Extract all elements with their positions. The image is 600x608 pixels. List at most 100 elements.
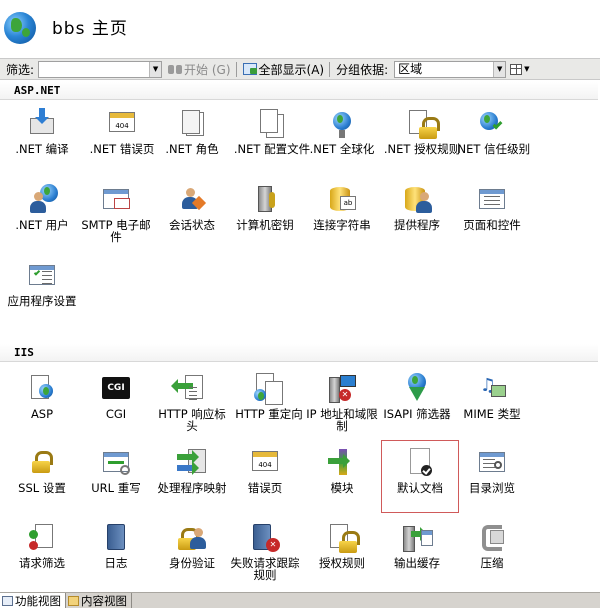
net-profile-icon — [256, 108, 288, 140]
feature-label: 模块 — [330, 481, 354, 495]
feature-pages-and-controls[interactable]: 页面和控件 — [453, 184, 531, 231]
feature-label: 授权规则 — [319, 556, 365, 570]
feature-label: 输出缓存 — [394, 556, 440, 570]
feature-label: HTTP 响应标头 — [158, 407, 226, 433]
net-globalization-icon — [326, 108, 358, 140]
feature-connection-strings[interactable]: ab 连接字符串 — [303, 184, 381, 231]
start-button[interactable]: 开始 (G) — [168, 61, 231, 78]
feature-label: ISAPI 筛选器 — [383, 407, 451, 421]
filter-toolbar: 筛选: ▼ 开始 (G) 全部显示(A) 分组依据: 区域 ▼ ▼ — [0, 58, 600, 80]
feature-request-filtering[interactable]: 请求筛选 — [3, 522, 81, 569]
view-dropdown-arrow-icon: ▼ — [524, 65, 530, 73]
feature-label: 默认文档 — [397, 481, 443, 495]
feature-label: CGI — [105, 407, 127, 421]
features-view-icon — [2, 595, 13, 606]
feature-authorization-rules[interactable]: 授权规则 — [303, 522, 381, 569]
handler-mappings-icon — [176, 447, 208, 479]
feature-label: 会话状态 — [169, 218, 215, 232]
feature-label: .NET 错误页 — [89, 142, 155, 156]
group-by-select[interactable]: 区域 ▼ — [394, 60, 507, 78]
feature-label: 处理程序映射 — [157, 481, 227, 495]
show-all-button[interactable]: 全部显示(A) — [242, 61, 324, 78]
feature-ip-domain-restrictions[interactable]: ✕ IP 地址和域限制 — [303, 373, 381, 432]
default-document-icon — [404, 447, 436, 479]
binoculars-icon — [168, 63, 183, 75]
feature-net-globalization[interactable]: .NET 全球化 — [303, 108, 381, 155]
feature-net-profile[interactable]: .NET 配置文件 — [233, 108, 311, 155]
tab-label: 功能视图 — [15, 593, 61, 608]
feature-label: .NET 信任级别 — [453, 142, 531, 156]
feature-cgi[interactable]: CGI CGI — [77, 373, 155, 420]
feature-ssl-settings[interactable]: SSL 设置 — [3, 447, 81, 494]
feature-net-users[interactable]: .NET 用户 — [3, 184, 81, 231]
feature-net-roles[interactable]: .NET 角色 — [153, 108, 231, 155]
view-mode-button[interactable]: ▼ — [510, 63, 530, 75]
feature-label: 应用程序设置 — [7, 294, 77, 308]
net-authorization-icon — [406, 108, 440, 140]
feature-label: 目录浏览 — [469, 481, 515, 495]
feature-label: ASP — [30, 407, 54, 421]
output-caching-icon — [401, 522, 433, 554]
feature-error-pages[interactable]: 404 错误页 — [226, 447, 304, 494]
toolbar-separator — [235, 61, 237, 77]
feature-directory-browsing[interactable]: 目录浏览 — [453, 447, 531, 494]
feature-modules[interactable]: 模块 — [303, 447, 381, 494]
feature-label: 身份验证 — [169, 556, 215, 570]
feature-url-rewrite[interactable]: URL 重写 — [77, 447, 155, 494]
feature-session-state[interactable]: 会话状态 — [153, 184, 231, 231]
feature-isapi-filters[interactable]: ISAPI 筛选器 — [378, 373, 456, 420]
feature-label: .NET 全球化 — [309, 142, 375, 156]
feature-net-error-pages[interactable]: 404 .NET 错误页 — [83, 108, 161, 155]
feature-net-trust-levels[interactable]: .NET 信任级别 — [453, 108, 531, 155]
feature-label: 错误页 — [247, 481, 283, 495]
feature-label: SSL 设置 — [18, 481, 66, 495]
feature-output-caching[interactable]: 输出缓存 — [378, 522, 456, 569]
feature-smtp-email[interactable]: SMTP 电子邮件 — [77, 184, 155, 243]
feature-http-response-headers[interactable]: HTTP 响应标头 — [153, 373, 231, 432]
tab-content-view[interactable]: 内容视图 — [66, 593, 132, 608]
providers-icon — [401, 184, 433, 216]
feature-label: SMTP 电子邮件 — [81, 218, 151, 244]
filter-input[interactable]: ▼ — [38, 60, 163, 78]
feature-machine-key[interactable]: 计算机密钥 — [226, 184, 304, 231]
connection-strings-icon: ab — [326, 184, 358, 216]
feature-http-redirect[interactable]: HTTP 重定向 — [230, 373, 308, 420]
feature-mime-types[interactable]: ♫ MIME 类型 — [453, 373, 531, 421]
feature-net-compilation[interactable]: .NET 编译 — [3, 108, 81, 155]
feature-label: .NET 授权规则 — [383, 142, 461, 156]
feature-compression[interactable]: 压缩 — [453, 522, 531, 569]
group-by-dropdown-arrow-icon[interactable]: ▼ — [493, 61, 506, 77]
feature-label: 失败请求跟踪规则 — [230, 556, 300, 582]
feature-label: .NET 角色 — [165, 142, 219, 156]
feature-authentication[interactable]: 身份验证 — [153, 522, 231, 569]
feature-failed-request-tracing[interactable]: ✕ 失败请求跟踪规则 — [226, 522, 304, 581]
machine-key-icon — [249, 184, 281, 216]
section-header-iis[interactable]: IIS — [0, 344, 598, 362]
feature-logging[interactable]: 日志 — [77, 522, 155, 569]
session-state-icon — [176, 184, 208, 216]
feature-app-settings[interactable]: 应用程序设置 — [3, 260, 81, 307]
net-roles-icon — [176, 108, 208, 140]
net-trust-levels-icon — [476, 108, 508, 140]
feature-label: .NET 配置文件 — [233, 142, 311, 156]
feature-default-document[interactable]: 默认文档 — [381, 440, 459, 513]
filter-dropdown-arrow-icon[interactable]: ▼ — [149, 61, 162, 77]
toolbar-separator — [329, 61, 331, 77]
feature-net-authorization-rules[interactable]: .NET 授权规则 — [383, 108, 461, 155]
ssl-settings-icon — [26, 447, 58, 479]
authorization-rules-icon — [326, 522, 360, 554]
tab-features-view[interactable]: 功能视图 — [0, 593, 66, 608]
net-users-icon — [26, 184, 58, 216]
group-by-value: 区域 — [398, 61, 423, 76]
authentication-icon — [176, 522, 208, 554]
feature-label: .NET 编译 — [15, 142, 69, 156]
logging-icon — [100, 522, 132, 554]
feature-label: 压缩 — [480, 556, 504, 570]
feature-handler-mappings[interactable]: 处理程序映射 — [153, 447, 231, 494]
feature-providers[interactable]: 提供程序 — [378, 184, 456, 231]
features-panel: ASP.NET .NET 编译 404 .NET 错误页 .NET 角色 .NE… — [0, 80, 600, 592]
start-button-label: 开始 (G) — [184, 62, 231, 77]
net-compile-icon — [26, 108, 58, 140]
feature-asp[interactable]: ASP — [3, 373, 81, 420]
section-header-aspnet[interactable]: ASP.NET — [0, 82, 598, 100]
